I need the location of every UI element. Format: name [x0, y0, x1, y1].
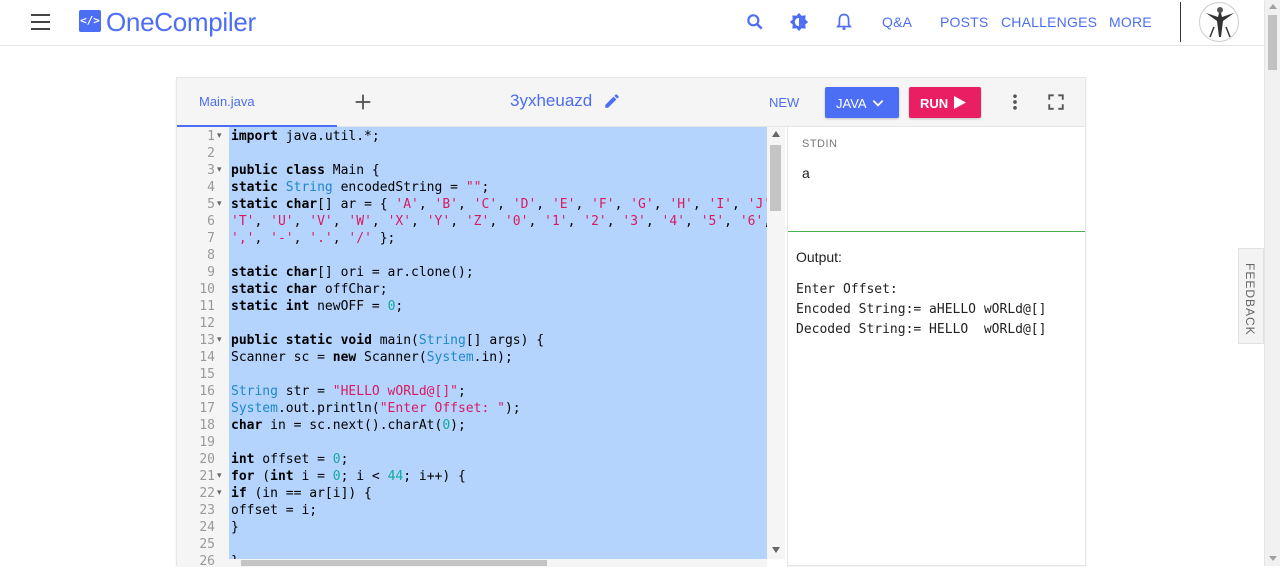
code-line[interactable]: Scanner sc = new Scanner(System.in);	[231, 349, 513, 366]
line-number: 2	[207, 146, 215, 161]
stdin-underline	[788, 231, 1085, 232]
stdin-input[interactable]: a	[802, 165, 810, 181]
nav-qa[interactable]: Q&A	[882, 14, 912, 30]
code-line[interactable]: static char[] ori = ar.clone();	[231, 264, 474, 281]
fold-toggle-icon[interactable]: ▾	[217, 196, 225, 213]
nav-challenges[interactable]: CHALLENGES	[1001, 14, 1097, 30]
line-number: 12	[199, 316, 215, 331]
line-number: 1	[207, 129, 215, 144]
line-number: 21	[199, 469, 215, 484]
bell-icon[interactable]	[834, 12, 854, 32]
feedback-label: FEEDBACK	[1243, 263, 1257, 336]
line-number: 17	[199, 401, 215, 416]
line-number: 11	[199, 299, 215, 314]
line-number: 14	[199, 350, 215, 365]
line-number: 24	[199, 520, 215, 535]
line-number: 18	[199, 418, 215, 433]
page-scrollbar[interactable]	[1264, 0, 1280, 566]
nav-divider	[1180, 2, 1181, 42]
code-line[interactable]: String str = "HELLO wORLd@[]";	[231, 383, 466, 400]
code-line[interactable]: import java.util.*;	[231, 128, 380, 145]
line-number: 15	[199, 367, 215, 382]
line-gutter: 1 ▾ 2 3 ▾ 4 5 ▾ 6 7 8 9 10 11 12 13 ▾ 14 15 16 17 18 19 20 21 ▾ 22…	[177, 127, 229, 567]
pencil-icon[interactable]	[603, 92, 621, 110]
code-line[interactable]: static char offChar;	[231, 281, 388, 298]
line-number: 3	[207, 163, 215, 178]
line-number: 8	[207, 248, 215, 263]
nav-posts[interactable]: POSTS	[940, 14, 988, 30]
line-number: 10	[199, 282, 215, 297]
code-line[interactable]: 'T', 'U', 'V', 'W', 'X', 'Y', 'Z', '0', …	[231, 213, 771, 230]
code-line[interactable]: for (int i = 0; i < 44; i++) {	[231, 468, 466, 485]
chevron-down-icon	[872, 100, 884, 107]
avatar[interactable]	[1199, 2, 1239, 42]
line-number: 6	[207, 214, 215, 229]
language-label: JAVA	[836, 96, 867, 111]
line-number: 20	[199, 452, 215, 467]
fold-toggle-icon[interactable]: ▾	[217, 162, 225, 179]
line-number: 4	[207, 180, 215, 195]
code-line[interactable]: public class Main {	[231, 162, 380, 179]
line-number: 23	[199, 503, 215, 518]
fold-toggle-icon[interactable]: ▾	[217, 332, 225, 349]
feedback-tab[interactable]: FEEDBACK	[1238, 248, 1264, 344]
code-line[interactable]: static int newOFF = 0;	[231, 298, 403, 315]
line-number: 7	[207, 231, 215, 246]
editor-vertical-scrollbar[interactable]	[767, 127, 785, 559]
code-editor[interactable]: 1 ▾ 2 3 ▾ 4 5 ▾ 6 7 8 9 10 11 12 13 ▾ 14 15 16 17 18 19 20 21 ▾ 22…	[177, 127, 787, 567]
logo-icon[interactable]: </>	[79, 10, 101, 32]
logo-text[interactable]: OneCompiler	[106, 7, 256, 38]
output-line: Decoded String:= HELLO wORLd@[]	[796, 322, 1047, 337]
code-line[interactable]: static String encodedString = "";	[231, 179, 489, 196]
theme-toggle-icon[interactable]	[789, 12, 809, 32]
tab-label: Main.java	[199, 94, 255, 109]
io-pane: STDIN a Output: Enter Offset: Encoded St…	[788, 127, 1085, 567]
code-line[interactable]: int offset = 0;	[231, 451, 348, 468]
line-number: 9	[207, 265, 215, 280]
fullscreen-icon[interactable]	[1047, 93, 1065, 111]
editor-toolbar: Main.java 3yxheuazd NEW JAVA RUN	[177, 78, 1085, 127]
code-line[interactable]: char in = sc.next().charAt(0);	[231, 417, 466, 434]
stdin-label: STDIN	[802, 138, 838, 150]
tab-main-java[interactable]: Main.java	[177, 78, 337, 127]
output-line: Enter Offset:	[796, 282, 898, 297]
line-number: 26	[199, 554, 215, 567]
line-number: 22	[199, 486, 215, 501]
top-navbar: </> OneCompiler Q&A POSTS CHALLENGES MOR…	[0, 0, 1264, 46]
language-select[interactable]: JAVA	[825, 87, 899, 118]
run-label: RUN	[920, 96, 949, 111]
fold-toggle-icon[interactable]: ▾	[217, 468, 225, 485]
line-number: 19	[199, 435, 215, 450]
code-line[interactable]: if (in == ar[i]) {	[231, 485, 372, 502]
code-line[interactable]: public static void main(String[] args) {	[231, 332, 544, 349]
line-number: 16	[199, 384, 215, 399]
output-line: Encoded String:= aHELLO wORLd@[]	[796, 302, 1047, 317]
fold-toggle-icon[interactable]: ▾	[217, 485, 225, 502]
code-line[interactable]: static char[] ar = { 'A', 'B', 'C', 'D',…	[231, 196, 779, 213]
line-number: 25	[199, 537, 215, 552]
menu-icon[interactable]	[31, 14, 50, 30]
code-line[interactable]: }	[231, 519, 239, 536]
run-button[interactable]: RUN	[909, 87, 981, 118]
code-line[interactable]: offset = i;	[231, 502, 317, 519]
project-name[interactable]: 3yxheuazd	[510, 91, 592, 111]
fold-toggle-icon[interactable]: ▾	[217, 128, 225, 145]
output-label: Output:	[796, 249, 842, 265]
new-button[interactable]: NEW	[769, 95, 799, 110]
code-line[interactable]: ',', '-', '.', '/' };	[231, 230, 395, 247]
line-number: 13	[199, 333, 215, 348]
more-options-icon[interactable]	[1005, 92, 1025, 112]
play-icon	[954, 96, 966, 109]
line-number: 5	[207, 197, 215, 212]
search-icon[interactable]	[745, 12, 765, 32]
add-file-icon[interactable]	[352, 91, 374, 113]
code-line[interactable]: System.out.println("Enter Offset: ");	[231, 400, 521, 417]
compiler-panel: Main.java 3yxheuazd NEW JAVA RUN 1 ▾ 2 3 ▾ 4 5…	[176, 77, 1086, 567]
nav-more[interactable]: MORE	[1109, 14, 1152, 30]
